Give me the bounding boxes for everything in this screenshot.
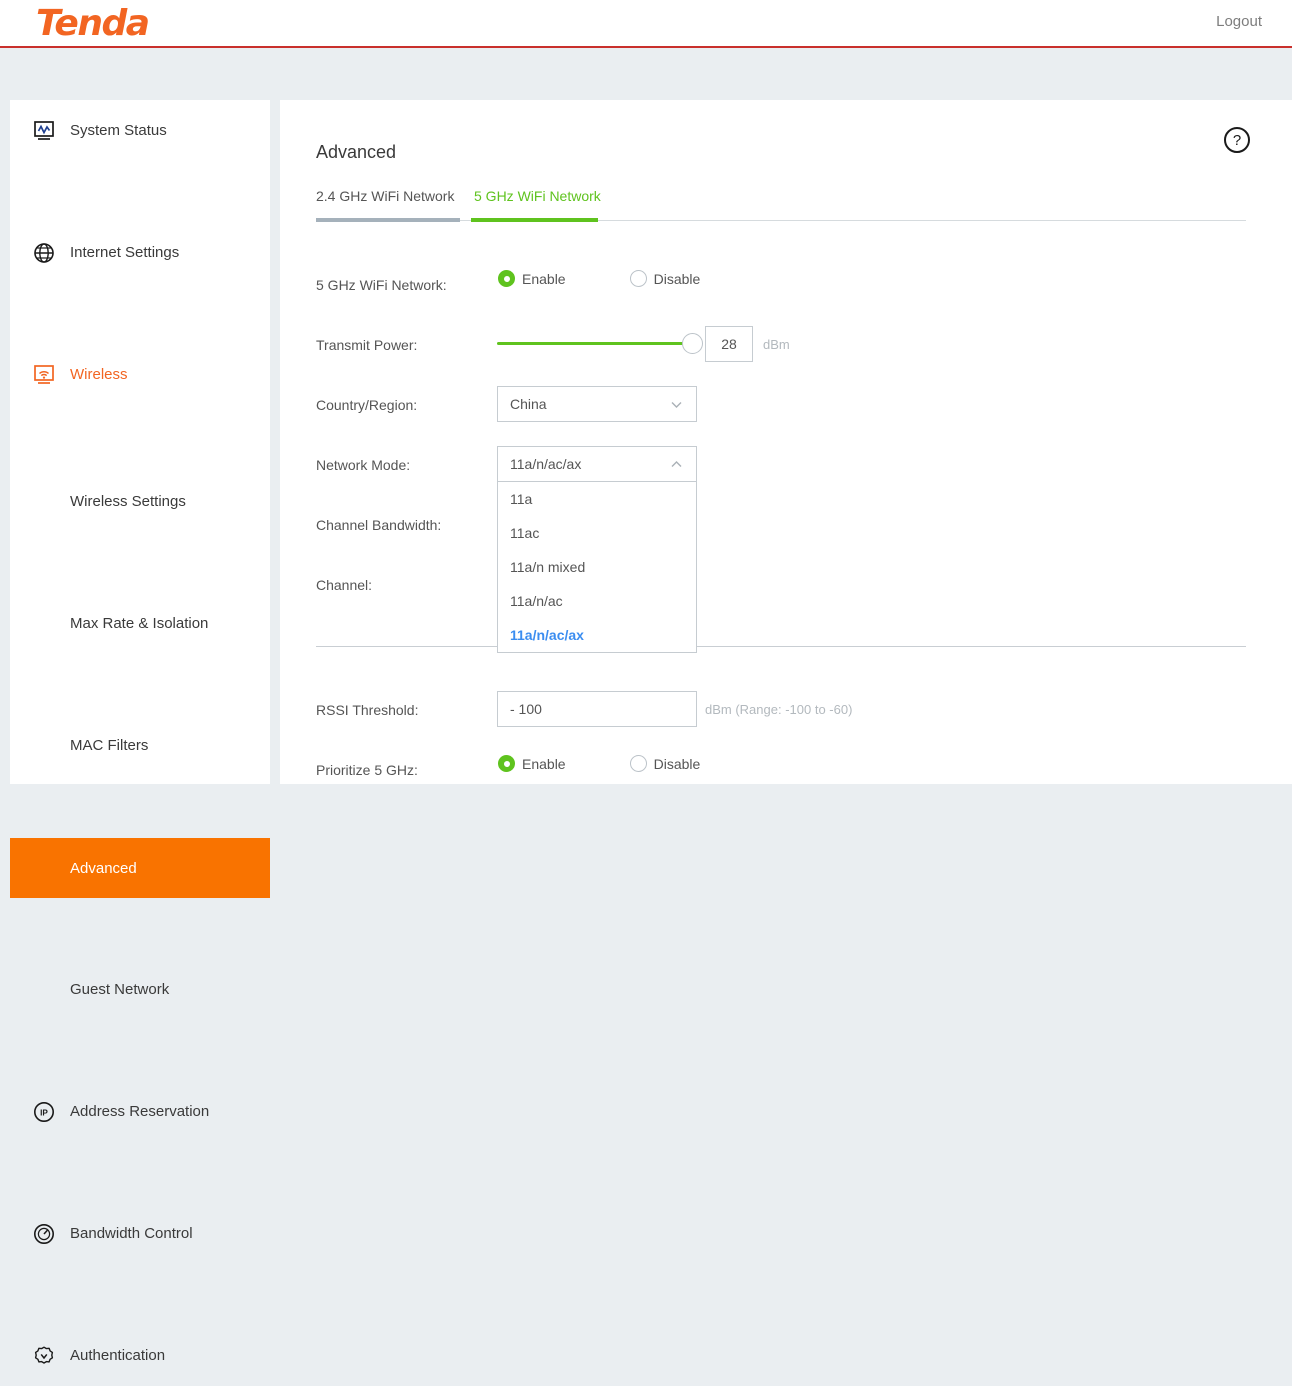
gauge-icon [28, 1218, 60, 1250]
label-channel-bandwidth: Channel Bandwidth: [316, 517, 442, 533]
tenda-logo: Tenda [36, 3, 150, 44]
radio-unselected-icon [629, 755, 647, 772]
sidebar-item-label: Bandwidth Control [70, 1225, 193, 1242]
label-country-region: Country/Region: [316, 397, 418, 413]
sidebar-item-internet-settings[interactable]: Internet Settings [10, 222, 270, 283]
chevron-up-icon [670, 458, 683, 471]
sidebar-item-label: System Status [70, 122, 167, 139]
sidebar-item-label: MAC Filters [70, 737, 149, 754]
radio-label: Disable [653, 270, 701, 287]
radio-selected-icon [498, 755, 515, 772]
sidebar-item-mac-filters[interactable]: MAC Filters [10, 715, 270, 776]
sidebar-item-label: Authentication [70, 1347, 166, 1364]
label-rssi-threshold: RSSI Threshold: [316, 702, 419, 718]
dropdown-option-11ac[interactable]: 11ac [498, 516, 696, 550]
radio-label: Disable [653, 755, 701, 772]
radio-prioritize-disable[interactable]: Disable [629, 755, 701, 772]
radio-group-5ghz-wifi-network: Enable Disable [498, 270, 700, 287]
label-prioritize-5ghz: Prioritize 5 GHz: [316, 762, 418, 778]
sidebar-item-wireless[interactable]: Wireless [10, 344, 270, 405]
sidebar-item-label: Guest Network [70, 981, 170, 998]
logout-link[interactable]: Logout [1216, 13, 1262, 30]
radio-5ghz-enable[interactable]: Enable [498, 270, 566, 287]
sidebar-item-label: Address Reservation [70, 1103, 210, 1120]
rssi-threshold-input[interactable]: - 100 [497, 691, 697, 727]
rssi-threshold-value: - 100 [510, 701, 542, 717]
verified-badge-icon [28, 1340, 60, 1372]
wifi-icon [28, 359, 60, 391]
label-5ghz-wifi-network: 5 GHz WiFi Network: [316, 277, 447, 293]
advanced-5ghz-form: 5 GHz WiFi Network: Enable Disable Trans… [280, 100, 1292, 784]
radio-5ghz-disable[interactable]: Disable [629, 270, 701, 287]
network-mode-dropdown: 11a 11ac 11a/n mixed 11a/n/ac 11a/n/ac/a… [497, 482, 697, 653]
sidebar-item-authentication[interactable]: Authentication [10, 1325, 270, 1386]
sidebar-item-advanced[interactable]: Advanced [10, 838, 270, 898]
chevron-down-icon [670, 398, 683, 411]
label-transmit-power: Transmit Power: [316, 337, 418, 353]
radio-label: Enable [522, 270, 566, 287]
sidebar-item-guest-network[interactable]: Guest Network [10, 959, 270, 1020]
sidebar-item-max-rate-isolation[interactable]: Max Rate & Isolation [10, 593, 270, 654]
sidebar-item-label: Wireless [70, 366, 128, 383]
dropdown-option-11a-n-ac[interactable]: 11a/n/ac [498, 584, 696, 618]
sidebar-item-address-reservation[interactable]: IP Address Reservation [10, 1081, 270, 1142]
content-panel: Advanced ? 2.4 GHz WiFi Network 5 GHz Wi… [280, 100, 1292, 784]
radio-label: Enable [522, 755, 566, 772]
radio-unselected-icon [629, 270, 647, 287]
sidebar-item-label: Wireless Settings [70, 493, 186, 510]
radio-selected-icon [498, 270, 515, 287]
globe-icon [28, 237, 60, 269]
transmit-power-input[interactable]: 28 [705, 326, 753, 362]
svg-text:IP: IP [40, 1108, 48, 1117]
sidebar-item-label: Advanced [70, 859, 137, 877]
dropdown-option-11a[interactable]: 11a [498, 482, 696, 516]
sidebar-item-label: Internet Settings [70, 244, 180, 261]
label-channel: Channel: [316, 577, 373, 593]
rssi-threshold-hint: dBm (Range: -100 to -60) [705, 702, 853, 717]
sidebar-item-wireless-settings[interactable]: Wireless Settings [10, 471, 270, 532]
dropdown-option-11a-n-ac-ax[interactable]: 11a/n/ac/ax [498, 618, 696, 652]
app-header: Tenda Logout [0, 0, 1292, 48]
transmit-power-slider-thumb[interactable] [682, 333, 703, 354]
radio-group-prioritize-5ghz: Enable Disable [498, 755, 700, 772]
sidebar-item-label: Max Rate & Isolation [70, 615, 209, 632]
transmit-power-slider-track[interactable] [497, 342, 683, 345]
transmit-power-value: 28 [721, 336, 737, 352]
sidebar-item-bandwidth-control[interactable]: Bandwidth Control [10, 1203, 270, 1264]
network-mode-value: 11a/n/ac/ax [510, 456, 582, 472]
radio-prioritize-enable[interactable]: Enable [498, 755, 566, 772]
monitor-chart-icon [28, 115, 60, 147]
label-network-mode: Network Mode: [316, 457, 411, 473]
ip-badge-icon: IP [28, 1096, 60, 1128]
sidebar-item-system-status[interactable]: System Status [10, 100, 270, 161]
country-region-select[interactable]: China [497, 386, 697, 422]
sidebar-nav: System Status Internet Settings Wireless [10, 100, 270, 1364]
section-divider [316, 646, 1246, 647]
transmit-power-unit: dBm [763, 337, 790, 352]
country-region-value: China [510, 396, 547, 412]
network-mode-select[interactable]: 11a/n/ac/ax [497, 446, 697, 482]
dropdown-option-11a-n-mixed[interactable]: 11a/n mixed [498, 550, 696, 584]
